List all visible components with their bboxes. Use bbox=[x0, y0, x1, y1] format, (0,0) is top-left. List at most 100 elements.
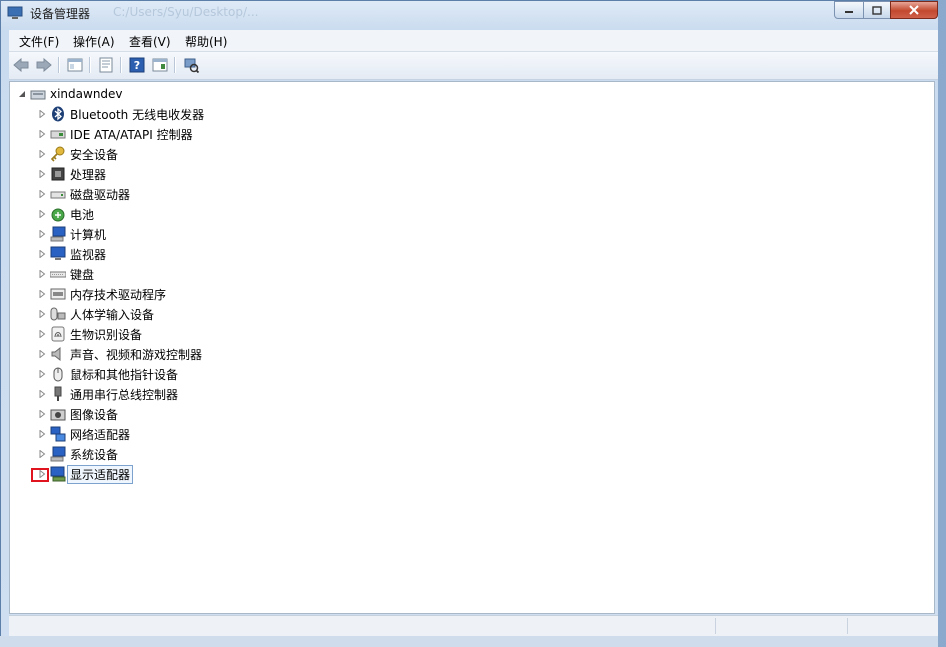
menu-help[interactable]: 帮助(H) bbox=[185, 33, 227, 50]
expand-arrow-icon[interactable] bbox=[38, 110, 46, 118]
help-icon[interactable]: ? bbox=[128, 56, 146, 74]
computer-icon bbox=[30, 86, 46, 102]
tree-item[interactable]: 安全设备 bbox=[38, 144, 118, 164]
tree-item-label: 显示适配器 bbox=[67, 464, 134, 484]
expand-arrow-icon[interactable] bbox=[38, 210, 46, 218]
fingerprint-icon bbox=[50, 326, 66, 342]
expand-arrow-icon[interactable] bbox=[38, 250, 46, 258]
usb-icon bbox=[50, 386, 66, 402]
expand-arrow-icon[interactable] bbox=[38, 270, 46, 278]
security-key-icon bbox=[50, 146, 66, 162]
maximize-button[interactable] bbox=[863, 1, 891, 19]
tree-item-label: 安全设备 bbox=[70, 147, 119, 162]
expand-arrow-icon[interactable] bbox=[38, 350, 46, 358]
expand-arrow-icon[interactable] bbox=[38, 330, 46, 338]
show-hide-tree-icon[interactable] bbox=[66, 56, 84, 74]
status-cell bbox=[715, 618, 716, 634]
tree-item[interactable]: 电池 bbox=[38, 204, 94, 224]
tree-item[interactable]: 人体学输入设备 bbox=[38, 304, 154, 324]
tree-item-label: 处理器 bbox=[70, 167, 107, 182]
bluetooth-icon bbox=[50, 106, 66, 122]
computer-icon bbox=[50, 226, 66, 242]
tree-item[interactable]: 内存技术驱动程序 bbox=[38, 284, 166, 304]
status-cell bbox=[847, 618, 848, 634]
toolbar-separator bbox=[89, 57, 91, 73]
tree-item[interactable]: IDE ATA/ATAPI 控制器 bbox=[38, 124, 193, 144]
minimize-button[interactable] bbox=[834, 1, 864, 19]
device-tree[interactable]: xindawndev Bluetooth 无线电收发器 IDE ATA/ATAP… bbox=[9, 81, 935, 614]
toolbar-separator bbox=[174, 57, 176, 73]
tree-item[interactable]: 处理器 bbox=[38, 164, 106, 184]
tree-item[interactable]: 鼠标和其他指针设备 bbox=[38, 364, 178, 384]
tree-item-label: 网络适配器 bbox=[70, 427, 131, 442]
hid-icon bbox=[50, 306, 66, 322]
expand-arrow-icon[interactable] bbox=[38, 230, 46, 238]
device-manager-window: 设备管理器 C:/Users/Syu/Desktop/... 文件(F) 操作(… bbox=[0, 0, 946, 647]
tree-item-label: 内存技术驱动程序 bbox=[70, 287, 167, 302]
menu-view[interactable]: 查看(V) bbox=[129, 33, 171, 50]
battery-icon bbox=[50, 206, 66, 222]
tree-item[interactable]: 声音、视频和游戏控制器 bbox=[38, 344, 202, 364]
tree-item-label: 鼠标和其他指针设备 bbox=[70, 367, 179, 382]
tree-item[interactable]: 计算机 bbox=[38, 224, 106, 244]
menu-bar: 文件(F) 操作(A) 查看(V) 帮助(H) bbox=[9, 30, 939, 52]
tree-item[interactable]: 监视器 bbox=[38, 244, 106, 264]
tree-item[interactable]: 生物识别设备 bbox=[38, 324, 142, 344]
menu-action[interactable]: 操作(A) bbox=[73, 33, 115, 50]
tree-item[interactable]: 磁盘驱动器 bbox=[38, 184, 130, 204]
tree-item-label: 声音、视频和游戏控制器 bbox=[70, 347, 203, 362]
mouse-icon bbox=[50, 366, 66, 382]
taskbar-edge bbox=[0, 636, 946, 647]
tree-item-label: IDE ATA/ATAPI 控制器 bbox=[70, 127, 193, 142]
tree-item[interactable]: 图像设备 bbox=[38, 404, 118, 424]
expand-arrow-icon[interactable] bbox=[38, 310, 46, 318]
expand-arrow-icon[interactable] bbox=[38, 130, 46, 138]
tree-item[interactable]: 键盘 bbox=[38, 264, 94, 284]
expand-arrow-icon[interactable] bbox=[38, 150, 46, 158]
back-icon[interactable] bbox=[12, 56, 30, 74]
svg-text:?: ? bbox=[134, 59, 140, 72]
network-icon bbox=[50, 426, 66, 442]
background-window-path: C:/Users/Syu/Desktop/... bbox=[113, 5, 259, 19]
collapse-arrow-icon[interactable] bbox=[18, 90, 26, 98]
tree-item-label: 通用串行总线控制器 bbox=[70, 387, 179, 402]
memory-icon bbox=[50, 286, 66, 302]
processor-icon bbox=[50, 166, 66, 182]
ide-controller-icon bbox=[50, 126, 66, 142]
expand-arrow-icon[interactable] bbox=[38, 170, 46, 178]
tree-item-label: Bluetooth 无线电收发器 bbox=[70, 107, 205, 122]
speaker-icon bbox=[50, 346, 66, 362]
tree-item-label: 键盘 bbox=[70, 267, 95, 282]
expand-arrow-icon[interactable] bbox=[38, 290, 46, 298]
disk-drive-icon bbox=[50, 186, 66, 202]
tree-item[interactable]: Bluetooth 无线电收发器 bbox=[38, 104, 204, 124]
expand-arrow-icon[interactable] bbox=[38, 190, 46, 198]
view-details-icon[interactable] bbox=[151, 56, 169, 74]
tree-item-selected[interactable]: 显示适配器 bbox=[38, 464, 134, 484]
expand-arrow-icon[interactable] bbox=[38, 430, 46, 438]
scan-hardware-icon[interactable] bbox=[182, 56, 200, 74]
forward-icon[interactable] bbox=[35, 56, 53, 74]
expand-arrow-icon[interactable] bbox=[38, 450, 46, 458]
expand-arrow-icon[interactable] bbox=[38, 370, 46, 378]
tree-root-label: xindawndev bbox=[50, 87, 123, 101]
tree-item-label: 生物识别设备 bbox=[70, 327, 143, 342]
tree-item[interactable]: 网络适配器 bbox=[38, 424, 130, 444]
tree-item-label: 人体学输入设备 bbox=[70, 307, 155, 322]
close-button[interactable] bbox=[890, 1, 938, 19]
tree-item[interactable]: 系统设备 bbox=[38, 444, 118, 464]
tree-root[interactable]: xindawndev bbox=[18, 84, 123, 104]
tree-item-label: 磁盘驱动器 bbox=[70, 187, 131, 202]
expand-arrow-icon[interactable] bbox=[38, 410, 46, 418]
tree-item[interactable]: 通用串行总线控制器 bbox=[38, 384, 178, 404]
title-bar[interactable]: 设备管理器 C:/Users/Syu/Desktop/... bbox=[1, 1, 945, 27]
expand-arrow-icon[interactable] bbox=[38, 390, 46, 398]
properties-icon[interactable] bbox=[97, 56, 115, 74]
menu-file[interactable]: 文件(F) bbox=[19, 33, 59, 50]
tree-item-label: 图像设备 bbox=[70, 407, 119, 422]
annotation-highlight-box bbox=[31, 468, 49, 482]
display-adapter-icon bbox=[50, 466, 66, 482]
camera-icon bbox=[50, 406, 66, 422]
status-bar bbox=[9, 615, 939, 638]
monitor-icon bbox=[50, 246, 66, 262]
